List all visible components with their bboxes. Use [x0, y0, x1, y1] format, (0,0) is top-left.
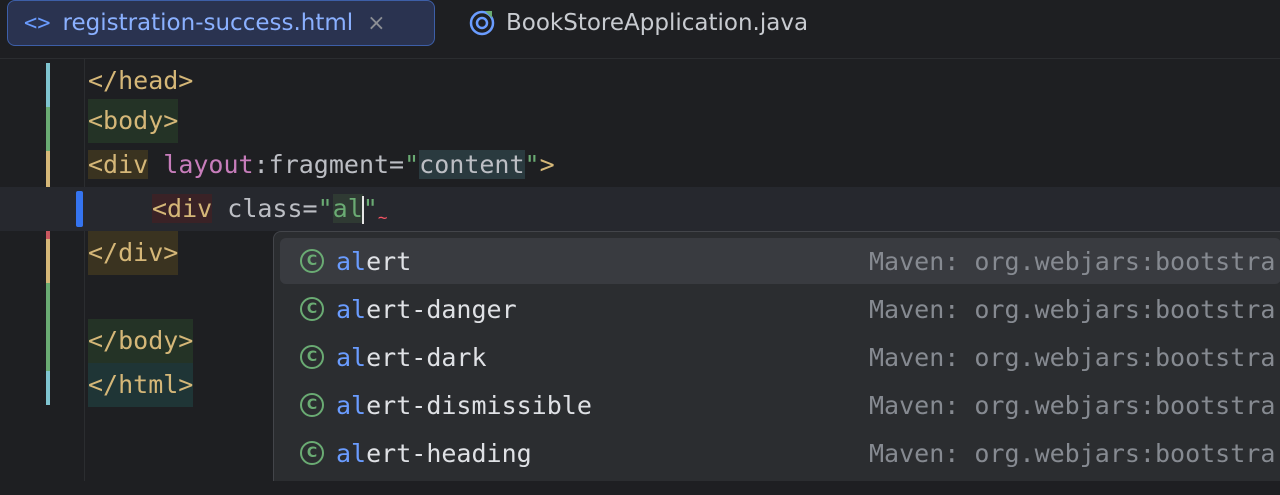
code-text: </html>: [88, 363, 194, 407]
code-line: </head>: [0, 59, 1280, 103]
completion-item[interactable]: Cal ert-dark Maven: org.webjars:bootstra: [280, 334, 1280, 380]
java-class-icon: [468, 9, 496, 37]
css-class-icon: C: [300, 249, 324, 273]
attr-token: :fragment=: [253, 150, 405, 179]
tab-registration-success-html[interactable]: <> registration-success.html ×: [7, 0, 435, 46]
completion-item[interactable]: Cal ert-dismissible Maven: org.webjars:boo…: [280, 382, 1280, 428]
completion-rest: ert: [366, 246, 412, 276]
code-text: <body>: [88, 99, 179, 143]
code-text: <div layout:fragment="content">: [88, 143, 555, 187]
tab-label: BookStoreApplication.java: [506, 10, 809, 36]
completion-rest: ert-danger: [366, 294, 517, 324]
code-completion-popup[interactable]: Cal ert Maven: org.webjars:bootstra Cal ert…: [273, 231, 1280, 481]
string-token: content: [419, 150, 525, 179]
close-icon[interactable]: ×: [367, 11, 385, 36]
tab-label: registration-success.html: [62, 10, 354, 36]
html-file-icon: <>: [24, 10, 51, 36]
css-class-icon: C: [300, 393, 324, 417]
completion-match: al: [336, 294, 367, 324]
completion-match: al: [336, 390, 367, 420]
code-line: <body>: [0, 99, 1280, 143]
caret-line-marker: [76, 191, 83, 227]
completion-item[interactable]: Cal ert-danger Maven: org.webjars:bootstra: [280, 286, 1280, 332]
completion-source: Maven: org.webjars:bootstra: [869, 342, 1276, 372]
editor-tab-bar: <> registration-success.html × BookStore…: [0, 0, 1280, 59]
completion-source: Maven: org.webjars:bootstra: [869, 390, 1276, 420]
quote-token: ": [362, 194, 378, 223]
tag-token: <div: [88, 150, 149, 179]
tab-bookstore-application-java[interactable]: BookStoreApplication.java: [468, 0, 808, 46]
completion-rest: ert-dark: [366, 342, 487, 372]
quote-token: ": [404, 150, 420, 179]
code-text: <div class="al"~: [152, 187, 387, 231]
completion-source: Maven: org.webjars:bootstra: [869, 294, 1276, 324]
attr-token: class=: [212, 194, 318, 223]
code-text: </head>: [88, 66, 194, 95]
error-squiggle: ~: [377, 208, 388, 227]
quote-token: ": [317, 194, 333, 223]
completion-item[interactable]: Cal ert-heading Maven: org.webjars:bootstr…: [280, 430, 1280, 476]
completion-item[interactable]: Cal ert Maven: org.webjars:bootstra: [280, 238, 1280, 284]
quote-token: ": [524, 150, 540, 179]
tag-token: <div: [152, 194, 213, 223]
completion-match: al: [336, 342, 367, 372]
completion-match: al: [336, 438, 367, 468]
css-class-icon: C: [300, 345, 324, 369]
completion-source: Maven: org.webjars:bootstra: [869, 246, 1276, 276]
css-class-icon: C: [300, 297, 324, 321]
completion-match: al: [336, 246, 367, 276]
code-text: </body>: [88, 319, 194, 363]
code-line: <div layout:fragment="content">: [0, 143, 1280, 187]
tag-token: >: [539, 150, 555, 179]
code-text: </div>: [88, 231, 179, 275]
current-code-line: <div class="al"~: [0, 187, 1280, 231]
css-class-icon: C: [300, 441, 324, 465]
completion-rest: ert-heading: [366, 438, 532, 468]
attr-token: layout: [163, 150, 254, 179]
completion-source: Maven: org.webjars:bootstra: [869, 438, 1276, 468]
completion-rest: ert-dismissible: [366, 390, 592, 420]
typed-token: al: [332, 194, 363, 223]
